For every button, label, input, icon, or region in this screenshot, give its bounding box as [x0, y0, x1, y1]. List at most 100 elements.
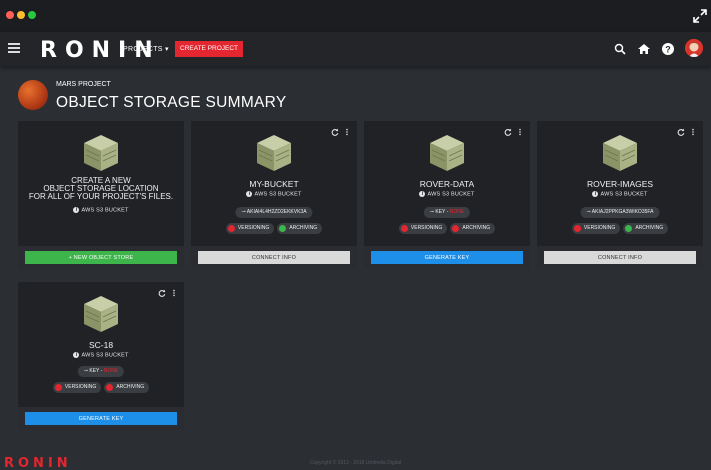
fullscreen-expand-icon[interactable]: [693, 9, 707, 23]
window-close-button[interactable]: [6, 11, 14, 19]
status-row: VERSIONING ARCHIVING: [537, 223, 703, 234]
bucket-type-label: AWS S3 BUCKET: [427, 191, 475, 198]
storage-box-icon: [603, 135, 637, 171]
more-vertical-icon[interactable]: [518, 128, 522, 136]
card-footer: GENERATE KEY: [364, 246, 530, 269]
create-line-3: FOR ALL OF YOUR PROJECT'S FILES.: [28, 192, 174, 201]
projects-dropdown[interactable]: PROJECTS ▾: [123, 45, 169, 53]
archiving-status-dot: [279, 225, 287, 232]
refresh-icon[interactable]: [504, 128, 512, 136]
access-key-label: AKIAI4L4H2ZD2EKKVK3A: [246, 209, 307, 215]
access-key-badge[interactable]: ⊸ AKIAI4L4H2ZD2EKKVK3A: [235, 207, 313, 218]
home-icon[interactable]: [637, 42, 651, 56]
versioning-label: VERSIONING: [237, 225, 270, 231]
project-name: MARS PROJECT: [56, 81, 111, 88]
top-navbar: RONIN PROJECTS ▾ CREATE PROJECT ?: [0, 32, 711, 66]
connect-info-button[interactable]: CONNECT INFO: [544, 251, 696, 264]
search-icon[interactable]: [613, 42, 627, 56]
page-title: OBJECT STORAGE SUMMARY: [56, 94, 287, 111]
versioning-status: VERSIONING: [398, 223, 448, 234]
refresh-icon[interactable]: [331, 128, 339, 136]
bucket-card-sc-18: SC-18 i AWS S3 BUCKET ⊸ KEY - NONE VERSIO…: [18, 282, 184, 430]
versioning-status: VERSIONING: [571, 223, 621, 234]
bucket-type-label: AWS S3 BUCKET: [81, 207, 129, 214]
bucket-name: ROVER-IMAGES: [586, 179, 654, 189]
storage-box-icon: [430, 135, 464, 171]
access-key-badge[interactable]: ⊸ AKIAJ2PPKGA3WIKO35FA: [580, 207, 660, 218]
archiving-status: ARCHIVING: [450, 223, 496, 234]
bucket-type-label: AWS S3 BUCKET: [254, 191, 302, 198]
access-key-none: NONE: [103, 368, 119, 374]
status-row: VERSIONING ARCHIVING: [364, 223, 530, 234]
card-footer: CONNECT INFO: [537, 246, 703, 269]
hamburger-menu-icon[interactable]: [8, 43, 20, 53]
card-footer: GENERATE KEY: [18, 407, 184, 430]
bucket-type: i AWS S3 BUCKET: [191, 191, 357, 197]
bucket-card-rover-data: ROVER-DATA i AWS S3 BUCKET ⊸ KEY - NONE V…: [364, 121, 530, 269]
more-vertical-icon[interactable]: [172, 289, 176, 297]
status-row: VERSIONING ARCHIVING: [191, 223, 357, 234]
archiving-label: ARCHIVING: [116, 384, 145, 390]
archiving-status: ARCHIVING: [104, 382, 150, 393]
access-key-badge[interactable]: ⊸ KEY - NONE: [423, 207, 471, 218]
connect-info-button[interactable]: CONNECT INFO: [198, 251, 350, 264]
more-vertical-icon[interactable]: [691, 128, 695, 136]
new-object-store-button[interactable]: + NEW OBJECT STORE: [25, 251, 177, 264]
bucket-name: SC-18: [88, 340, 114, 350]
card-footer: CONNECT INFO: [191, 246, 357, 269]
card-footer: + NEW OBJECT STORE: [18, 246, 184, 269]
help-icon[interactable]: ?: [661, 42, 675, 56]
svg-text:?: ?: [665, 44, 671, 54]
archiving-status-dot: [106, 384, 114, 391]
archiving-label: ARCHIVING: [462, 225, 491, 231]
archiving-status-dot: [452, 225, 460, 232]
bucket-name: ROVER-DATA: [419, 179, 475, 189]
info-icon: i: [73, 207, 80, 213]
bucket-type: i AWS S3 BUCKET: [18, 207, 184, 213]
generate-key-button[interactable]: GENERATE KEY: [371, 251, 523, 264]
bucket-card-my-bucket: MY-BUCKET i AWS S3 BUCKET ⊸ AKIAI4L4H2ZD2…: [191, 121, 357, 269]
refresh-icon[interactable]: [158, 289, 166, 297]
page-header: MARS PROJECT OBJECT STORAGE SUMMARY: [0, 66, 711, 118]
bucket-type: i AWS S3 BUCKET: [18, 352, 184, 358]
access-key-none: NONE: [449, 209, 465, 215]
bucket-type-label: AWS S3 BUCKET: [600, 191, 648, 198]
storage-box-icon: [257, 135, 291, 171]
info-icon: i: [73, 352, 80, 358]
access-key-badge[interactable]: ⊸ KEY - NONE: [77, 366, 125, 377]
storage-box-icon: [84, 135, 118, 171]
generate-key-button[interactable]: GENERATE KEY: [25, 412, 177, 425]
access-key-label: AKIAJ2PPKGA3WIKO35FA: [591, 209, 654, 215]
window-maximize-button[interactable]: [28, 11, 36, 19]
bucket-name: MY-BUCKET: [249, 179, 299, 189]
copyright-text: Copyright © 2012 - 2018 Umbrella Digital: [309, 460, 402, 466]
create-project-button[interactable]: CREATE PROJECT: [175, 41, 244, 57]
versioning-label: VERSIONING: [410, 225, 443, 231]
refresh-icon[interactable]: [677, 128, 685, 136]
more-vertical-icon[interactable]: [345, 128, 349, 136]
access-key-label: KEY -: [435, 209, 450, 215]
bucket-type: i AWS S3 BUCKET: [364, 191, 530, 197]
versioning-label: VERSIONING: [583, 225, 616, 231]
create-object-store-card: CREATE A NEW OBJECT STORAGE LOCATION FOR…: [18, 121, 184, 269]
user-avatar[interactable]: [685, 39, 703, 57]
info-icon: i: [419, 191, 426, 197]
versioning-label: VERSIONING: [64, 384, 97, 390]
info-icon: i: [246, 191, 253, 197]
bucket-type: i AWS S3 BUCKET: [537, 191, 703, 197]
window-titlebar: [0, 0, 711, 32]
app-window: RONIN PROJECTS ▾ CREATE PROJECT ? MARS P…: [0, 0, 711, 470]
versioning-status-dot: [54, 384, 62, 391]
info-icon: i: [592, 191, 599, 197]
versioning-status-dot: [227, 225, 235, 232]
bucket-card-rover-images: ROVER-IMAGES i AWS S3 BUCKET ⊸ AKIAJ2PPKG…: [537, 121, 703, 269]
archiving-status: ARCHIVING: [277, 223, 323, 234]
versioning-status: VERSIONING: [225, 223, 275, 234]
window-minimize-button[interactable]: [17, 11, 25, 19]
status-row: VERSIONING ARCHIVING: [18, 382, 184, 393]
project-mars-avatar: [18, 80, 48, 110]
bucket-type-label: AWS S3 BUCKET: [81, 352, 129, 359]
versioning-status-dot: [573, 225, 581, 232]
archiving-label: ARCHIVING: [635, 225, 664, 231]
archiving-label: ARCHIVING: [289, 225, 318, 231]
